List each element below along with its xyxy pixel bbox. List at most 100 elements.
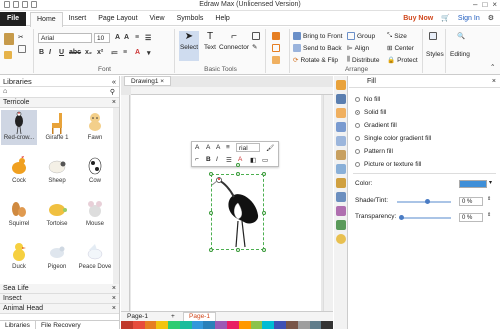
shape-squirrel[interactable]: Squirrel <box>1 196 37 231</box>
comment-panel-icon[interactable] <box>336 178 346 188</box>
distribute-button[interactable]: ⫼ Distribute <box>347 56 379 64</box>
data-panel-icon[interactable] <box>336 192 346 202</box>
line-icon[interactable] <box>272 44 280 52</box>
font-color-icon[interactable]: A <box>135 49 140 56</box>
editing-label[interactable]: Editing <box>450 51 470 58</box>
library-scrollbar[interactable] <box>113 108 119 284</box>
styles-label[interactable]: Styles <box>426 51 444 58</box>
layer-panel-icon[interactable] <box>336 136 346 146</box>
select-button[interactable]: ➤ Select <box>179 31 199 61</box>
resize-handle-nw[interactable] <box>209 172 213 176</box>
library-section-animal-head[interactable]: Animal Head × <box>0 304 119 314</box>
list-icon[interactable]: ☰ <box>145 34 151 42</box>
shade-slider[interactable] <box>397 201 451 203</box>
shape-duck[interactable]: Duck <box>1 239 37 274</box>
resize-handle-n[interactable] <box>236 172 240 176</box>
bold-icon[interactable]: B <box>39 49 44 56</box>
shade-value-input[interactable]: 0 % <box>459 197 483 206</box>
close-icon[interactable]: × <box>492 0 497 9</box>
selected-shape[interactable] <box>209 163 266 252</box>
close-icon[interactable]: × <box>112 304 116 313</box>
font-size-select[interactable]: 10 <box>94 33 110 43</box>
fill-color-icon[interactable]: ◧ <box>250 156 256 164</box>
cart-icon[interactable]: 🛒 <box>441 12 450 26</box>
shape-fawn[interactable]: Fawn <box>77 110 113 145</box>
library-section-terricole[interactable]: Terricole × <box>0 98 119 108</box>
fill-option-solid[interactable]: Solid fill <box>355 109 386 116</box>
strikethrough-icon[interactable]: abc <box>69 49 81 56</box>
bold-icon[interactable]: B <box>206 156 211 163</box>
tab-help[interactable]: Help <box>209 12 235 27</box>
tab-page-layout[interactable]: Page Layout <box>92 12 143 27</box>
fill-panel-icon[interactable] <box>336 80 346 90</box>
shade-slider-thumb[interactable] <box>425 199 430 204</box>
grow-font-icon[interactable]: A <box>206 144 210 151</box>
resize-handle-sw[interactable] <box>209 248 213 252</box>
hyperlink-panel-icon[interactable] <box>336 150 346 160</box>
buy-now-link[interactable]: Buy Now <box>403 12 433 26</box>
gear-icon[interactable]: ⚙ <box>488 12 494 26</box>
sign-in-link[interactable]: Sign In <box>458 12 480 26</box>
bullets-icon[interactable]: ≔ <box>111 49 118 57</box>
search-icon[interactable]: ⚲ <box>110 88 115 96</box>
shadow-panel-icon[interactable] <box>336 108 346 118</box>
brush-icon[interactable]: 🖌 <box>266 144 274 152</box>
collapse-icon[interactable]: « <box>112 76 116 86</box>
copy-icon[interactable] <box>18 45 26 53</box>
shape-tortoise[interactable]: Tortoise <box>39 196 75 231</box>
shape-cow[interactable]: Cow <box>77 153 113 188</box>
attachment-panel-icon[interactable] <box>336 164 346 174</box>
page-panel-icon[interactable] <box>336 220 346 230</box>
rotate-flip-button[interactable]: ⟳ Rotate & Flip <box>293 56 338 65</box>
color-swatch[interactable] <box>459 180 487 188</box>
close-icon[interactable]: × <box>112 284 116 293</box>
highlight-icon[interactable]: ▾ <box>147 49 151 57</box>
line-panel-icon[interactable] <box>336 94 346 104</box>
group-button[interactable]: Group <box>347 32 375 40</box>
pen-icon[interactable]: ✎ <box>252 43 257 51</box>
float-font-select[interactable]: rial <box>236 143 260 152</box>
close-icon[interactable]: × <box>112 98 116 107</box>
library-section-sea-life[interactable]: Sea Life × <box>0 284 119 294</box>
drawing-page[interactable]: A A A ≡ rial 🖌 ⌐ B I ☰ A ◧ ▭ <box>131 95 321 312</box>
connector-small-icon[interactable]: ⌐ <box>195 156 199 163</box>
library-section-insect[interactable]: Insect × <box>0 294 119 304</box>
rotate-handle[interactable] <box>236 163 240 167</box>
close-icon[interactable]: × <box>492 76 496 87</box>
resize-handle-w[interactable] <box>209 211 213 215</box>
tab-home[interactable]: Home <box>30 12 63 27</box>
bring-to-front-button[interactable]: Bring to Front <box>293 32 342 40</box>
fill-option-pattern[interactable]: Pattern fill <box>355 148 393 155</box>
send-to-back-button[interactable]: Send to Back <box>293 44 342 52</box>
align-button[interactable]: ⊫ Align <box>347 44 369 53</box>
center-button[interactable]: ⊞ Center <box>387 44 414 53</box>
text-options-icon[interactable]: ≡ <box>135 34 139 41</box>
add-page-icon[interactable]: + <box>171 313 175 320</box>
cut-icon[interactable]: ✂ <box>18 33 23 41</box>
library-search[interactable]: ⌂ ⚲ <box>0 87 119 98</box>
shape-peace-dove[interactable]: Peace Dove <box>77 239 113 274</box>
connector-button[interactable]: ⌐ Connector <box>219 31 249 61</box>
superscript-icon[interactable]: x² <box>97 49 103 56</box>
tab-symbols[interactable]: Symbols <box>171 12 210 27</box>
list-icon[interactable]: ☰ <box>226 156 232 164</box>
stepper-icon[interactable]: ⇕ <box>487 196 491 202</box>
close-icon[interactable]: × <box>112 294 116 303</box>
shape-mouse[interactable]: Mouse <box>77 196 113 231</box>
increase-font-icon[interactable]: A <box>115 34 120 41</box>
color-palette[interactable] <box>121 321 334 329</box>
maximize-icon[interactable]: □ <box>482 0 487 9</box>
page-tab[interactable]: Page-1 <box>127 313 148 320</box>
image-panel-icon[interactable] <box>336 122 346 132</box>
shadow-icon[interactable] <box>272 56 280 64</box>
fill-option-single-gradient[interactable]: Single color gradient fill <box>355 135 431 142</box>
tab-view[interactable]: View <box>144 12 171 27</box>
magnifier-icon[interactable]: 🔍 <box>457 32 465 40</box>
fill-option-picture[interactable]: Picture or texture fill <box>355 161 421 168</box>
transparency-slider-thumb[interactable] <box>399 215 404 220</box>
font-color-icon[interactable]: A <box>238 156 242 163</box>
home-icon[interactable]: ⌂ <box>3 88 7 95</box>
resize-handle-s[interactable] <box>236 248 240 252</box>
close-icon[interactable]: × <box>160 78 164 85</box>
subscript-icon[interactable]: x₂ <box>85 49 92 56</box>
